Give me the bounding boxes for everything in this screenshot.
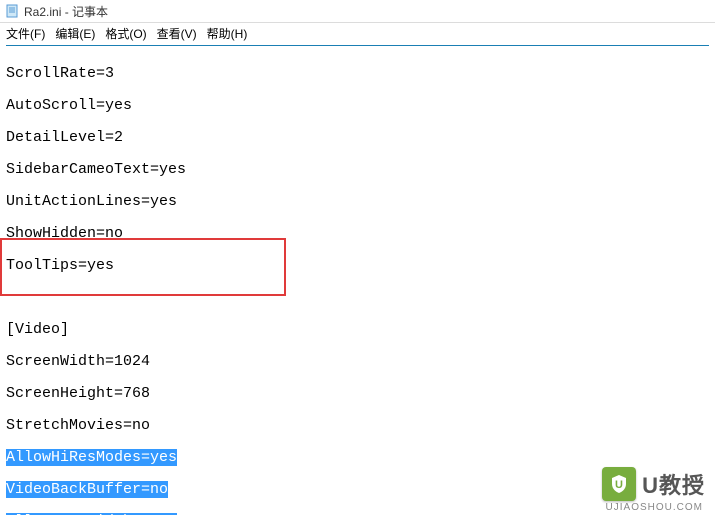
title-bar: Ra2.ini - 记事本 bbox=[0, 0, 715, 23]
text-line: UnitActionLines=yes bbox=[6, 194, 709, 210]
watermark-text: U教授 bbox=[642, 468, 705, 500]
text-line: ScreenHeight=768 bbox=[6, 386, 709, 402]
text-line: DetailLevel=2 bbox=[6, 130, 709, 146]
selected-text: AllowHiResModes=yes bbox=[6, 449, 177, 466]
watermark: U U教授 bbox=[602, 467, 705, 501]
notepad-icon bbox=[4, 3, 20, 19]
text-line: ShowHidden=no bbox=[6, 226, 709, 242]
text-area[interactable]: ScrollRate=3 AutoScroll=yes DetailLevel=… bbox=[0, 46, 715, 515]
menu-format[interactable]: 格式(O) bbox=[105, 25, 146, 42]
text-line bbox=[6, 290, 709, 306]
text-line: ScrollRate=3 bbox=[6, 66, 709, 82]
text-line: AllowHiResModes=yes bbox=[6, 450, 709, 466]
text-line: SidebarCameoText=yes bbox=[6, 162, 709, 178]
svg-text:U: U bbox=[615, 479, 623, 491]
menu-edit[interactable]: 编辑(E) bbox=[55, 25, 95, 42]
window-title: Ra2.ini - 记事本 bbox=[24, 3, 108, 20]
menu-view[interactable]: 查看(V) bbox=[157, 25, 197, 42]
selected-text: VideoBackBuffer=no bbox=[6, 481, 168, 498]
menu-file[interactable]: 文件(F) bbox=[6, 25, 45, 42]
text-line: ScreenWidth=1024 bbox=[6, 354, 709, 370]
menu-help[interactable]: 帮助(H) bbox=[207, 25, 248, 42]
text-line: AutoScroll=yes bbox=[6, 98, 709, 114]
text-line: [Video] bbox=[6, 322, 709, 338]
menu-bar: 文件(F) 编辑(E) 格式(O) 查看(V) 帮助(H) bbox=[0, 23, 715, 43]
text-line: ToolTips=yes bbox=[6, 258, 709, 274]
watermark-badge-icon: U bbox=[602, 467, 636, 501]
text-line: StretchMovies=no bbox=[6, 418, 709, 434]
watermark-subtext: UJIAOSHOU.COM bbox=[606, 502, 703, 513]
